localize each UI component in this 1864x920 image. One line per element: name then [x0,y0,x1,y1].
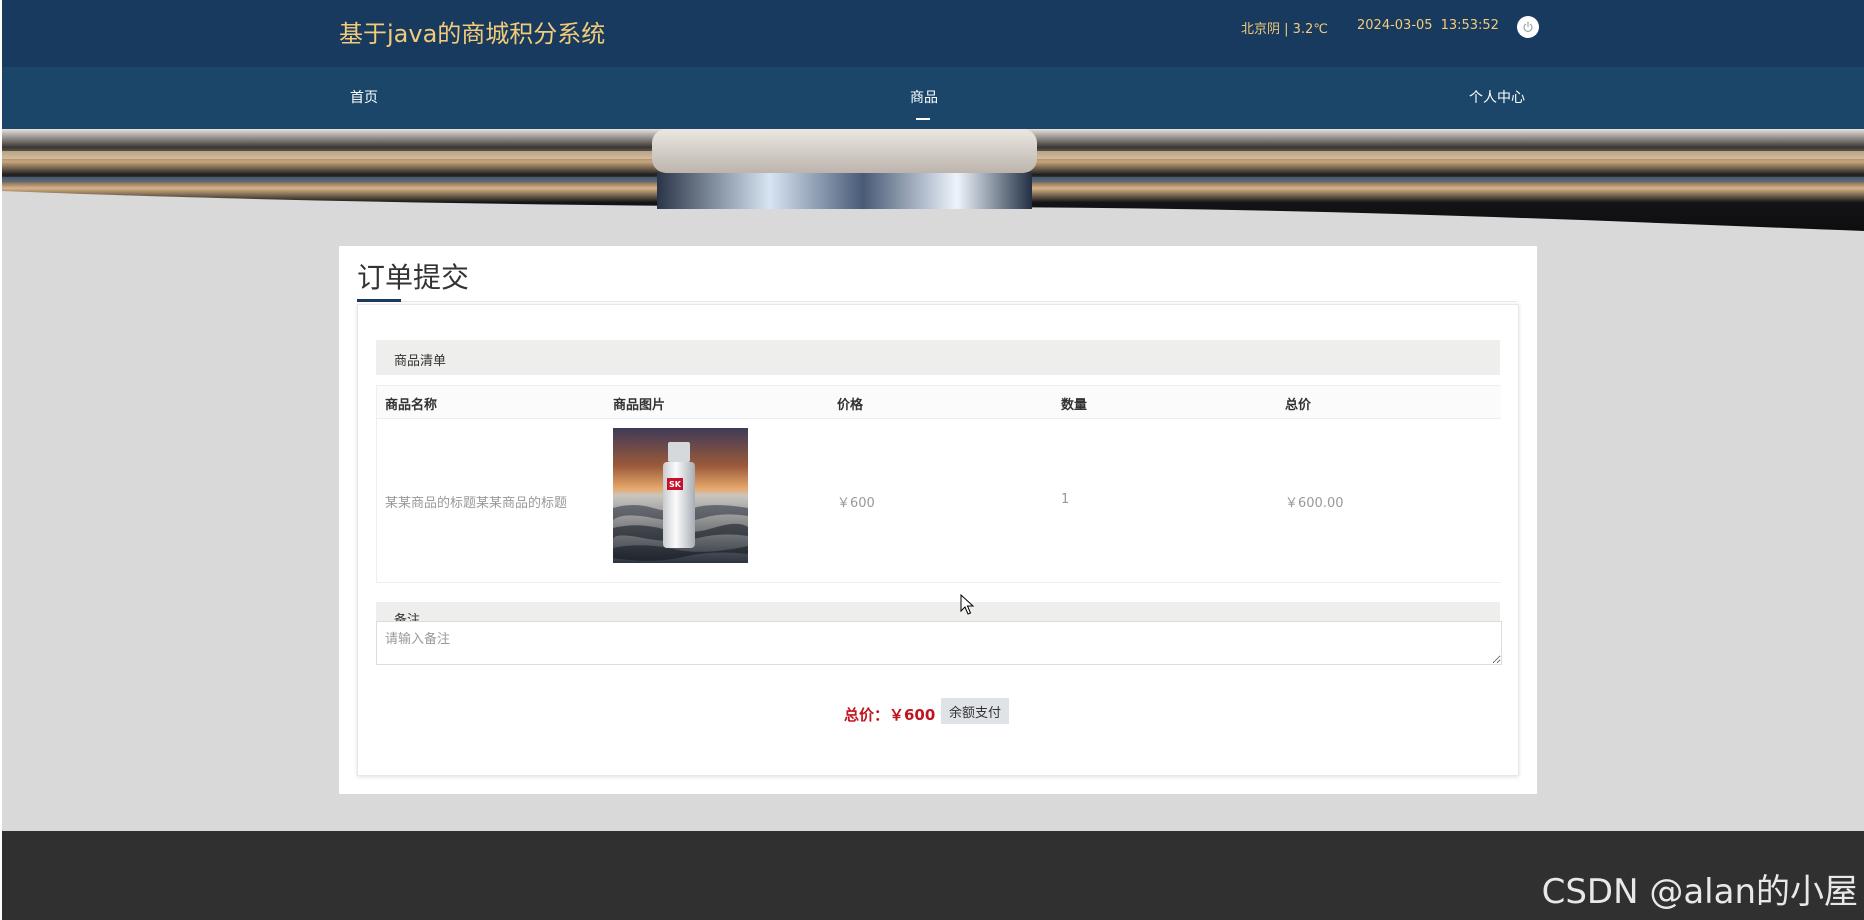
nav-item-goods[interactable]: 商品 [910,87,938,107]
order-total: 总价：￥600 [844,706,936,724]
goods-section-header: 商品清单 [376,340,1500,375]
title-accent-line [357,299,401,302]
page-title: 订单提交 [357,261,470,294]
col-product-name: 商品名称 [385,398,438,413]
balance-pay-button[interactable]: 余额支付 [941,698,1009,724]
product-name[interactable]: 某某商品的标题某某商品的标题 [385,492,567,511]
svg-text:SK: SK [669,480,682,489]
top-header: 基于java的商城积分系统 北京阴 | 3.2℃ 2024-03-05 13:53… [2,0,1864,67]
goods-section-title: 商品清单 [394,354,447,369]
watermark-text: CSDN @alan的小屋 [1541,872,1858,912]
table-row: 某某商品的标题某某商品的标题 SK ￥600 1 ￥600.00 [376,418,1501,583]
order-form: 商品清单 商品名称 商品图片 价格 数量 总价 某某商品的标题某某商品的标题 S… [357,304,1519,776]
nav-item-home[interactable]: 首页 [350,87,378,107]
date-text: 2024-03-05 [1357,18,1433,33]
col-total: 总价 [1285,398,1312,413]
product-price: ￥600 [837,496,875,511]
product-quantity: 1 [1061,492,1070,507]
title-divider [401,301,1517,302]
remark-input[interactable] [376,621,1502,665]
order-card: 订单提交 商品清单 商品名称 商品图片 价格 数量 总价 某某商品的标题某某商品… [339,246,1537,794]
logout-button[interactable] [1517,16,1539,38]
footer: CSDN @alan的小屋 [2,831,1864,920]
col-product-image: 商品图片 [613,398,666,413]
goods-table-header: 商品名称 商品图片 价格 数量 总价 [376,385,1501,419]
product-total: ￥600.00 [1285,496,1344,511]
banner-image [2,129,1864,240]
nav-active-indicator [916,118,930,120]
remark-section-header: 备注 [376,602,1500,621]
nav-item-personal-center[interactable]: 个人中心 [1469,87,1525,107]
weather-info: 北京阴 | 3.2℃ [1241,22,1328,37]
product-image[interactable]: SK [613,428,748,563]
mouse-cursor-icon [960,594,975,615]
datetime: 2024-03-05 13:53:52 [1357,18,1499,33]
power-icon [1523,21,1533,32]
time-text: 13:53:52 [1440,18,1499,33]
site-title[interactable]: 基于java的商城积分系统 [339,14,605,49]
col-quantity: 数量 [1061,398,1088,413]
remark-section-title: 备注 [394,613,421,621]
main-nav: 首页 商品 个人中心 [2,67,1864,129]
col-price: 价格 [837,398,864,413]
